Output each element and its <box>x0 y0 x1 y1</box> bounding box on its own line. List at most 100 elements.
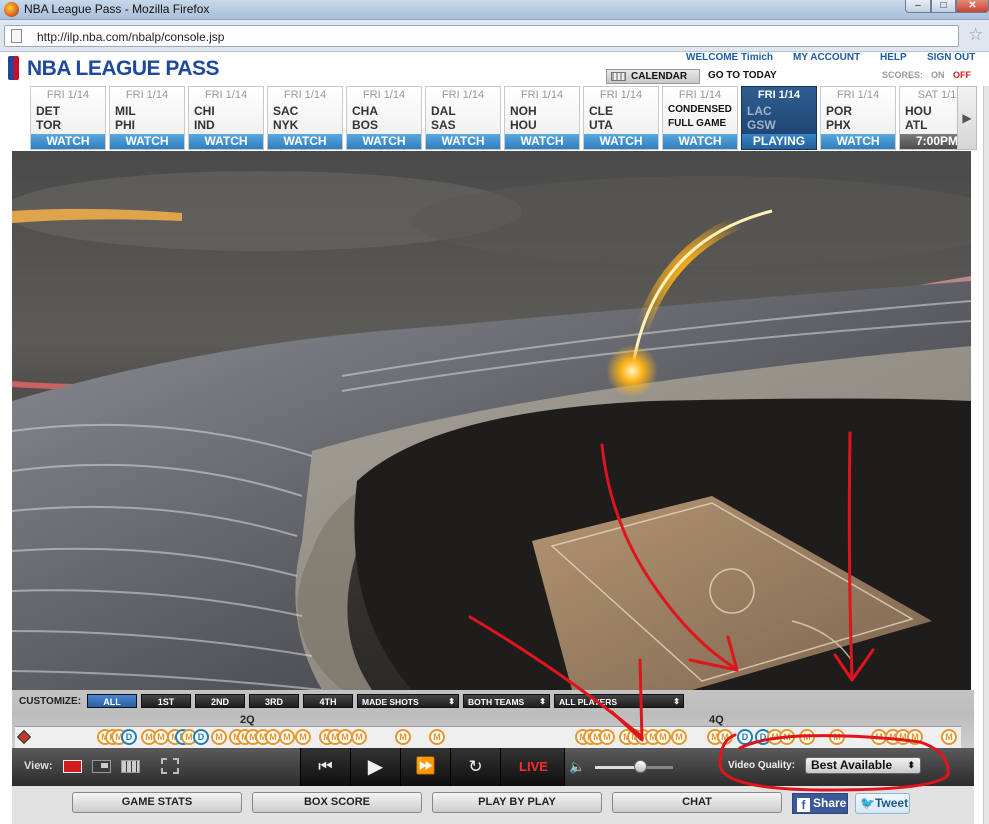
full-game-option[interactable]: FULL GAME <box>668 117 732 131</box>
timeline-marker[interactable]: M <box>395 729 411 745</box>
scroll-right-arrow-icon[interactable]: ▶ <box>957 86 977 150</box>
play-timeline[interactable]: 2Q 4Q MMMDMMMDMDMMMMMMMMMMMMMMMMMMMMMMMM… <box>12 712 974 748</box>
single-view-icon[interactable] <box>63 760 82 773</box>
control-bar: View: ⏮ ▶ ⏩ ↻ LIVE 🔈 Video Quality: Best… <box>12 748 974 786</box>
minimize-button[interactable]: – <box>905 0 931 13</box>
tweet-button[interactable]: 🐦Tweet <box>855 793 910 814</box>
fast-forward-icon[interactable]: ⏩ <box>401 748 451 786</box>
league-pass-logo[interactable]: NBA LEAGUE PASS <box>27 57 220 81</box>
skip-back-icon[interactable]: ⏮ <box>301 748 351 786</box>
home-team: SAS <box>431 118 456 132</box>
filter-2nd-button[interactable]: 2ND <box>195 694 245 708</box>
watch-button[interactable]: WATCH <box>268 134 342 149</box>
video-player[interactable] <box>12 151 971 690</box>
timeline-marker[interactable]: D <box>737 729 753 745</box>
filter-4th-button[interactable]: 4TH <box>303 694 353 708</box>
timeline-marker[interactable]: M <box>655 729 671 745</box>
quad-view-icon[interactable] <box>121 760 140 773</box>
game-date: FRI 1/14 <box>836 89 880 101</box>
player-filter-select[interactable]: ALL PLAYERS ⬍ <box>554 694 684 708</box>
game-stats-button[interactable]: GAME STATS <box>72 792 242 813</box>
watch-button[interactable]: WATCH <box>189 134 263 149</box>
fullscreen-icon[interactable] <box>161 758 179 774</box>
video-quality-select[interactable]: Best Available ⬍ <box>805 757 921 774</box>
watch-button[interactable]: 7:00PM <box>900 134 960 149</box>
watch-button[interactable]: WATCH <box>347 134 421 149</box>
game-card[interactable]: FRI 1/14 CHI IND WATCH <box>188 86 264 150</box>
timeline-marker[interactable]: M <box>429 729 445 745</box>
navigation-toolbar: http://ilp.nba.com/nbalp/console.jsp ☆ <box>0 20 989 52</box>
timeline-marker[interactable]: M <box>941 729 957 745</box>
timeline-marker[interactable]: M <box>829 729 845 745</box>
watch-button[interactable]: WATCH <box>110 134 184 149</box>
timeline-marker[interactable]: M <box>779 729 795 745</box>
play-icon[interactable]: ▶ <box>351 748 401 786</box>
my-account-link[interactable]: MY ACCOUNT <box>793 52 860 63</box>
timeline-marker[interactable]: M <box>279 729 295 745</box>
watch-button[interactable]: WATCH <box>821 134 895 149</box>
filter-3rd-button[interactable]: 3RD <box>249 694 299 708</box>
timeline-marker[interactable]: M <box>599 729 615 745</box>
scores-on-toggle[interactable]: ON <box>931 70 945 80</box>
timeline-marker[interactable]: M <box>671 729 687 745</box>
nba-logo-icon[interactable] <box>8 56 19 80</box>
url-text[interactable]: http://ilp.nba.com/nbalp/console.jsp <box>37 30 224 44</box>
filter-1st-button[interactable]: 1ST <box>141 694 191 708</box>
game-card[interactable]: FRI 1/14 SAC NYK WATCH <box>267 86 343 150</box>
timeline-marker[interactable]: M <box>295 729 311 745</box>
volume-icon[interactable]: 🔈 <box>569 759 585 775</box>
away-team: POR <box>826 104 853 118</box>
game-card[interactable]: FRI 1/14 CLE UTA WATCH <box>583 86 659 150</box>
timeline-marker[interactable]: M <box>799 729 815 745</box>
maximize-button[interactable]: □ <box>931 0 956 13</box>
timeline-marker[interactable]: M <box>907 729 923 745</box>
timeline-track[interactable]: MMMDMMMDMDMMMMMMMMMMMMMMMMMMMMMMMMMMDDMM… <box>15 726 961 748</box>
game-card[interactable]: FRI 1/14 MIL PHI WATCH <box>109 86 185 150</box>
replay-icon[interactable]: ↻ <box>451 748 501 786</box>
star-icon[interactable]: ☆ <box>968 25 983 45</box>
chat-button[interactable]: CHAT <box>612 792 782 813</box>
timeline-marker[interactable]: D <box>121 729 137 745</box>
sign-out-link[interactable]: SIGN OUT <box>927 52 975 63</box>
help-link[interactable]: HELP <box>880 52 907 63</box>
game-card[interactable]: FRI 1/14 CONDENSED FULL GAME WATCH <box>662 86 738 150</box>
timeline-marker[interactable]: D <box>193 729 209 745</box>
calendar-button[interactable]: CALENDAR <box>606 69 700 84</box>
address-bar[interactable]: http://ilp.nba.com/nbalp/console.jsp <box>4 25 959 47</box>
timeline-marker[interactable]: M <box>717 729 733 745</box>
watch-button[interactable]: WATCH <box>31 134 105 149</box>
watch-button[interactable]: WATCH <box>505 134 579 149</box>
game-card[interactable]: SAT 1/1 HOU ATL 7:00PM <box>899 86 960 150</box>
watch-button[interactable]: WATCH <box>584 134 658 149</box>
game-card[interactable]: FRI 1/14 DET TOR WATCH <box>30 86 106 150</box>
team-filter-select[interactable]: BOTH TEAMS ⬍ <box>463 694 550 708</box>
play-by-play-button[interactable]: PLAY BY PLAY <box>432 792 602 813</box>
watch-button[interactable]: WATCH <box>426 134 500 149</box>
facebook-share-button[interactable]: f Share <box>792 793 848 814</box>
box-score-button[interactable]: BOX SCORE <box>252 792 422 813</box>
page-scrollbar[interactable] <box>983 86 989 824</box>
go-to-today-link[interactable]: GO TO TODAY <box>708 70 777 81</box>
filter-all-button[interactable]: ALL <box>87 694 137 708</box>
volume-knob[interactable] <box>634 760 648 773</box>
game-card[interactable]: FRI 1/14 LAC GSW PLAYING <box>741 86 817 150</box>
close-window-button[interactable]: ✕ <box>956 0 989 13</box>
live-button[interactable]: LIVE <box>506 748 561 786</box>
timeline-marker[interactable]: M <box>211 729 227 745</box>
game-card[interactable]: FRI 1/14 POR PHX WATCH <box>820 86 896 150</box>
player-filter-value: ALL PLAYERS <box>559 697 618 707</box>
window-titlebar: NBA League Pass - Mozilla Firefox – □ ✕ <box>0 0 989 20</box>
playhead-diamond-icon[interactable] <box>16 729 32 745</box>
picture-in-picture-icon[interactable] <box>92 760 111 773</box>
game-card[interactable]: FRI 1/14 DAL SAS WATCH <box>425 86 501 150</box>
team-filter-value: BOTH TEAMS <box>468 697 525 707</box>
playing-button[interactable]: PLAYING <box>742 134 816 149</box>
shot-filter-select[interactable]: MADE SHOTS ⬍ <box>357 694 459 708</box>
condensed-option[interactable]: CONDENSED <box>668 103 732 117</box>
game-card[interactable]: FRI 1/14 NOH HOU WATCH <box>504 86 580 150</box>
scores-off-toggle[interactable]: OFF <box>953 70 971 80</box>
game-card[interactable]: FRI 1/14 CHA BOS WATCH <box>346 86 422 150</box>
watch-button[interactable]: WATCH <box>663 134 737 149</box>
timeline-marker[interactable]: M <box>351 729 367 745</box>
condensed-full-game-menu[interactable]: CONDENSED FULL GAME <box>668 103 732 131</box>
